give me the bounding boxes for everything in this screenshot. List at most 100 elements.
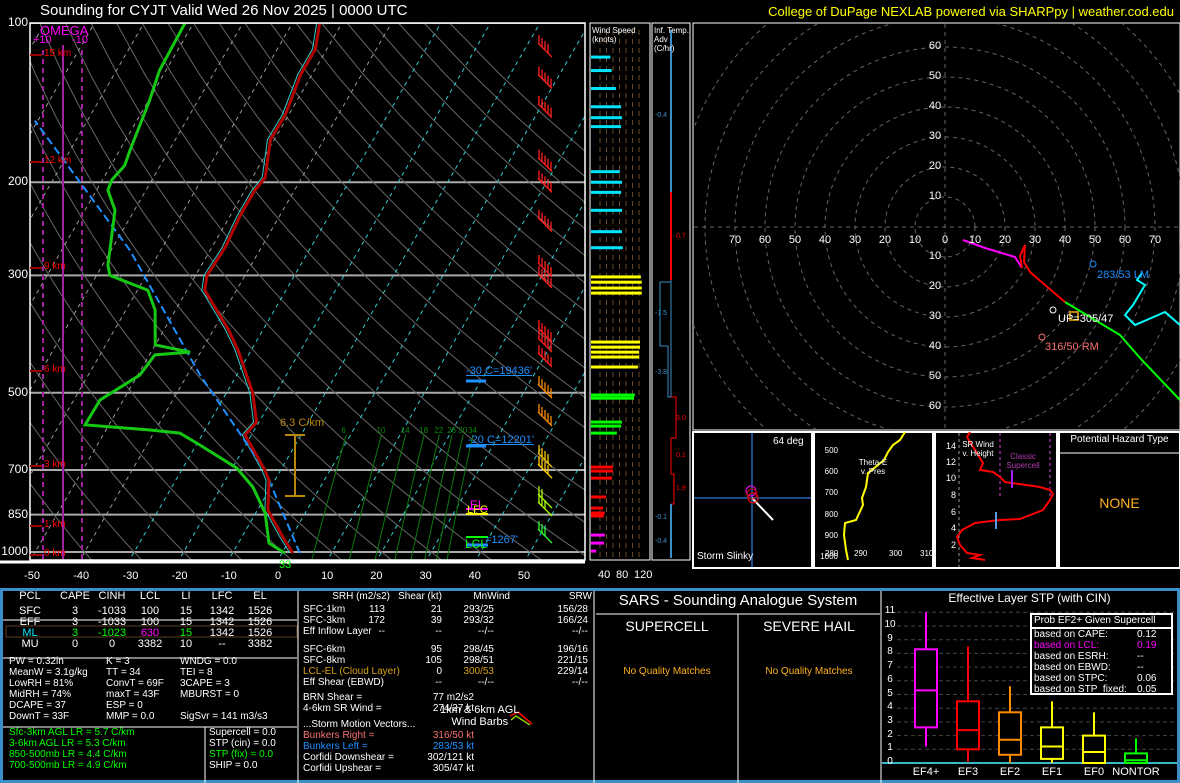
parcel-cell: 3382 [247,638,273,650]
kinematics-cell: --/-- [571,626,588,637]
stp-y-label: 5 [887,687,893,699]
prob-value: -- [1137,662,1144,673]
parcel-header: LCL [139,590,161,602]
kinematics-cell: 166/24 [557,615,588,626]
prob-row: based on EBWD: -- [1032,662,1171,673]
stp-box [914,648,938,729]
kinematics-label: SFC-8km [303,655,346,666]
kinematics-header: SRW [568,591,592,602]
prob-row: based on CAPE: 0.12 [1032,629,1171,640]
index-value: MidRH = 74% [9,689,71,700]
kinematics-cell: --/-- [477,677,494,688]
kinematics-cell: --/-- [571,677,588,688]
stp-y-label: 9 [887,632,893,644]
sars-title: SARS - Sounding Analogue System [618,592,858,609]
stp-category-label: NONTOR [1112,766,1160,778]
prob-row: based on STP_fixed: 0.05 [1032,684,1171,695]
prob-label: based on CAPE: [1034,629,1108,640]
lapse-rate-value: Sfc-3km AGL LR = 5.7 C/km [9,727,135,738]
storm-motion-value: 302/121 kt [427,752,474,763]
index-value: ConvT = 69F [106,678,164,689]
composite-value: Supercell = 0.0 [209,727,276,738]
composite-value: STP (fix) = 0.0 [209,749,274,760]
brn-label: BRN Shear = [303,692,363,703]
sars-supercell-msg: No Quality Matches [623,666,711,677]
index-value: TT = 34 [106,667,141,678]
prob-title: Prob EF2+ Given Supercell [1032,615,1171,629]
stp-y-label: 3 [887,714,893,726]
index-value: LowRH = 81% [9,678,74,689]
index-value: MeanW = 3.1g/kg [9,667,88,678]
prob-label: based on STPC: [1034,673,1108,684]
kinematics-cell: 300/53 [463,666,494,677]
index-value: ESP = 0 [106,700,143,711]
kinematics-label: SFC-6km [303,644,346,655]
storm-motion-label: Bunkers Right = [303,730,375,741]
composite-value: STP (cin) = 0.0 [209,738,276,749]
stp-y-label: 0 [887,756,893,767]
index-value: PW = 0.32in [9,656,64,667]
stp-y-label: 1 [887,742,893,754]
stp-y-label: 10 [884,619,896,630]
barb-caption: 1km & 6km AGL Wind Barbs [440,704,519,728]
kinematics-cell: 293/25 [463,604,494,615]
stp-box [1082,734,1106,764]
prob-label: based on ESRH: [1034,651,1109,662]
prob-value: 0.12 [1137,629,1157,640]
index-value: 3CAPE = 3 [180,678,230,689]
index-value: DCAPE = 37 [9,700,66,711]
kinematics-cell: 298/45 [463,644,494,655]
index-value: MBURST = 0 [180,689,239,700]
brn-value: 77 m2/s2 [432,692,474,703]
kinematics-header: MnWind [473,591,510,602]
stp-box [1040,726,1064,760]
lapse-rate-value: 700-500mb LR = 4.9 C/km [9,760,127,771]
kinematics-cell: 156/28 [557,604,588,615]
kinematics-cell: 229/14 [557,666,588,677]
parcel-header: CAPE [60,590,90,602]
storm-motion-title: ...Storm Motion Vectors... [303,719,416,730]
index-value: SigSvr = 141 m3/s3 [180,711,268,722]
stp-y-label: 4 [887,701,893,713]
kinematics-cell: 196/16 [557,644,588,655]
parcel-header: LFC [211,590,233,602]
prob-row: based on ESRH: -- [1032,651,1171,662]
stp-y-label: 11 [884,605,896,617]
stp-box [998,711,1022,756]
parcel-header: PCL [19,590,41,602]
prob-label: based on STP_fixed: [1034,684,1127,695]
lapse-rate-value: 850-500mb LR = 4.4 C/km [9,749,127,760]
stp-y-label: 6 [887,673,893,685]
prob-value: 0.05 [1137,684,1157,695]
sr46-label: 4-6km SR Wind = [303,703,382,714]
index-value: DownT = 33F [9,711,70,722]
storm-motion-value: 305/47 kt [432,763,474,774]
kinematics-cell: 293/32 [463,615,494,626]
storm-motion-value: 316/50 kt [432,730,474,741]
prob-value: 0.19 [1137,640,1157,651]
parcel-header: EL [253,590,267,602]
kinematics-cell: 298/51 [463,655,494,666]
sars-hail-msg: No Quality Matches [765,666,853,677]
barb-caption-1: 1km & 6km AGL [440,704,520,716]
prob-value: -- [1137,651,1144,662]
prob-row: based on LCL: 0.19 [1032,640,1171,651]
stp-y-label: 8 [887,646,893,658]
lapse-rate-value: 3-6km AGL LR = 5.3 C/km [9,738,126,749]
stp-box [956,700,980,751]
bottom-lines [3,591,1177,783]
index-value: maxT = 43F [106,689,160,700]
prob-ef2-box: Prob EF2+ Given Supercell based on CAPE:… [1030,613,1173,695]
kinematics-cell: 221/15 [557,655,588,666]
kinematics-cell: --/-- [477,626,494,637]
stp-y-label: 2 [887,728,893,740]
parcel-header: LI [181,590,191,602]
parcel-header: CINH [98,590,126,602]
storm-motion-label: Corfidi Upshear = [303,763,382,774]
storm-motion-value: 283/53 kt [432,741,474,752]
index-value: WNDG = 0.0 [180,656,237,667]
barb-caption-2: Wind Barbs [451,716,509,728]
composite-value: SHIP = 0.0 [209,760,258,771]
stp-box [1124,752,1148,764]
prob-row: based on STPC: 0.06 [1032,673,1171,684]
